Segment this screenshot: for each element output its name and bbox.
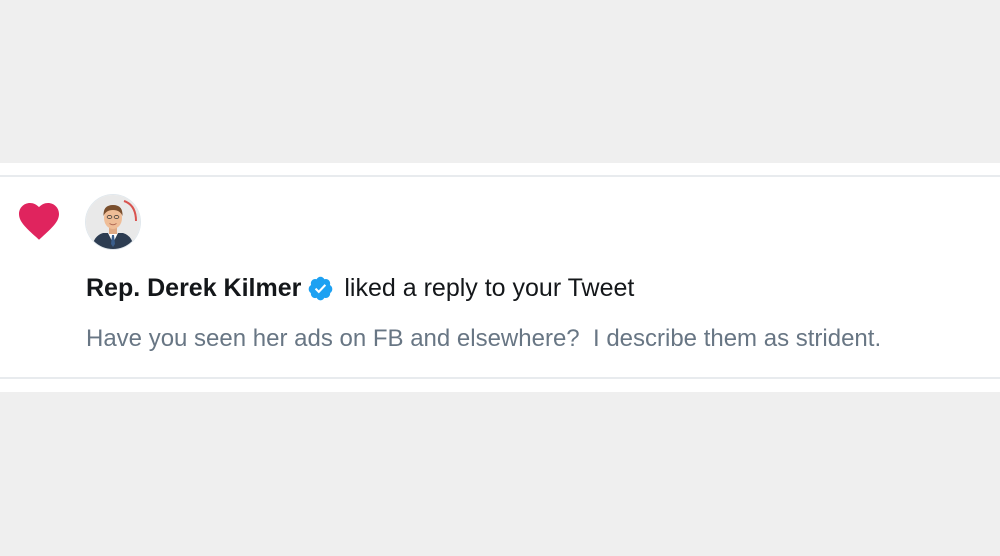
divider xyxy=(0,377,1000,379)
notification-card[interactable]: Rep. Derek Kilmer liked a reply to your … xyxy=(0,163,1000,392)
notification-headline: Rep. Derek Kilmer liked a reply to your … xyxy=(86,271,634,305)
user-name[interactable]: Rep. Derek Kilmer xyxy=(86,274,301,303)
verified-badge-icon xyxy=(309,276,333,300)
notification-action-text: liked a reply to your Tweet xyxy=(344,273,635,302)
avatar-portrait-icon xyxy=(86,195,140,249)
heart-icon xyxy=(19,203,59,240)
avatar[interactable] xyxy=(86,195,140,249)
tweet-preview-text: Have you seen her ads on FB and elsewher… xyxy=(86,325,882,352)
divider xyxy=(0,175,1000,177)
